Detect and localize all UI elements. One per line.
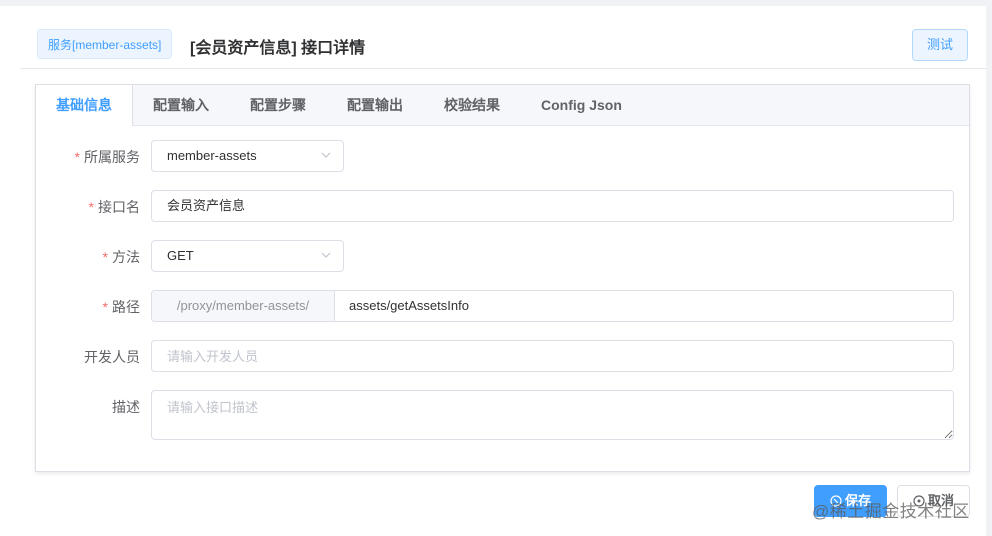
description-label-text: 描述	[112, 399, 140, 415]
name-label: * 接口名	[36, 197, 140, 217]
name-input[interactable]: 会员资产信息	[151, 190, 954, 222]
path-label: * 路径	[36, 297, 140, 317]
save-button[interactable]: 保存	[814, 485, 887, 517]
chevron-down-icon	[321, 152, 331, 158]
tab-validation-result[interactable]: 校验结果	[424, 85, 520, 125]
description-textarea[interactable]	[151, 390, 954, 440]
tab-bar: 基础信息 配置输入 配置步骤 配置输出 校验结果 Config Json	[36, 85, 969, 126]
required-mark: *	[74, 149, 80, 165]
required-mark: *	[102, 249, 108, 265]
close-circle-icon	[913, 495, 925, 507]
service-label: * 所属服务	[36, 147, 140, 167]
save-icon	[830, 495, 842, 507]
developer-label: 开发人员	[36, 347, 140, 367]
method-label-text: 方法	[112, 249, 140, 265]
page: 服务[member-assets] [会员资产信息] 接口详情 测试 基础信息 …	[0, 6, 986, 536]
description-label: 描述	[36, 397, 140, 417]
required-mark: *	[102, 299, 108, 315]
method-select[interactable]: GET	[151, 240, 344, 272]
path-label-text: 路径	[112, 299, 140, 315]
service-tag: 服务[member-assets]	[37, 29, 173, 59]
chevron-down-icon	[321, 252, 331, 258]
name-input-value: 会员资产信息	[167, 198, 246, 213]
tab-config-json[interactable]: Config Json	[521, 85, 642, 125]
method-select-value: GET	[167, 248, 194, 263]
name-label-text: 接口名	[98, 199, 140, 215]
cancel-button-label: 取消	[927, 493, 954, 508]
tab-config-output[interactable]: 配置输出	[327, 85, 423, 125]
page-title: [会员资产信息] 接口详情	[190, 40, 366, 57]
developer-input[interactable]	[151, 340, 954, 372]
path-input[interactable]: assets/getAssetsInfo	[335, 291, 953, 321]
tab-basic-info[interactable]: 基础信息	[36, 85, 133, 126]
cancel-button[interactable]: 取消	[897, 485, 970, 517]
path-prefix: /proxy/member-assets/	[152, 291, 335, 321]
test-button[interactable]: 测试	[912, 29, 968, 61]
method-label: * 方法	[36, 247, 140, 267]
developer-label-text: 开发人员	[84, 349, 140, 365]
required-mark: *	[88, 199, 94, 215]
tab-config-steps[interactable]: 配置步骤	[230, 85, 326, 125]
detail-card: 基础信息 配置输入 配置步骤 配置输出 校验结果 Config Json * 所属…	[35, 84, 970, 472]
service-label-text: 所属服务	[84, 149, 140, 165]
page-header: 服务[member-assets] [会员资产信息] 接口详情 测试	[20, 6, 986, 69]
save-button-label: 保存	[844, 493, 871, 508]
tab-config-input[interactable]: 配置输入	[133, 85, 229, 125]
path-input-group: /proxy/member-assets/ assets/getAssetsIn…	[151, 290, 954, 322]
service-select[interactable]: member-assets	[151, 140, 344, 172]
service-select-value: member-assets	[167, 148, 257, 163]
